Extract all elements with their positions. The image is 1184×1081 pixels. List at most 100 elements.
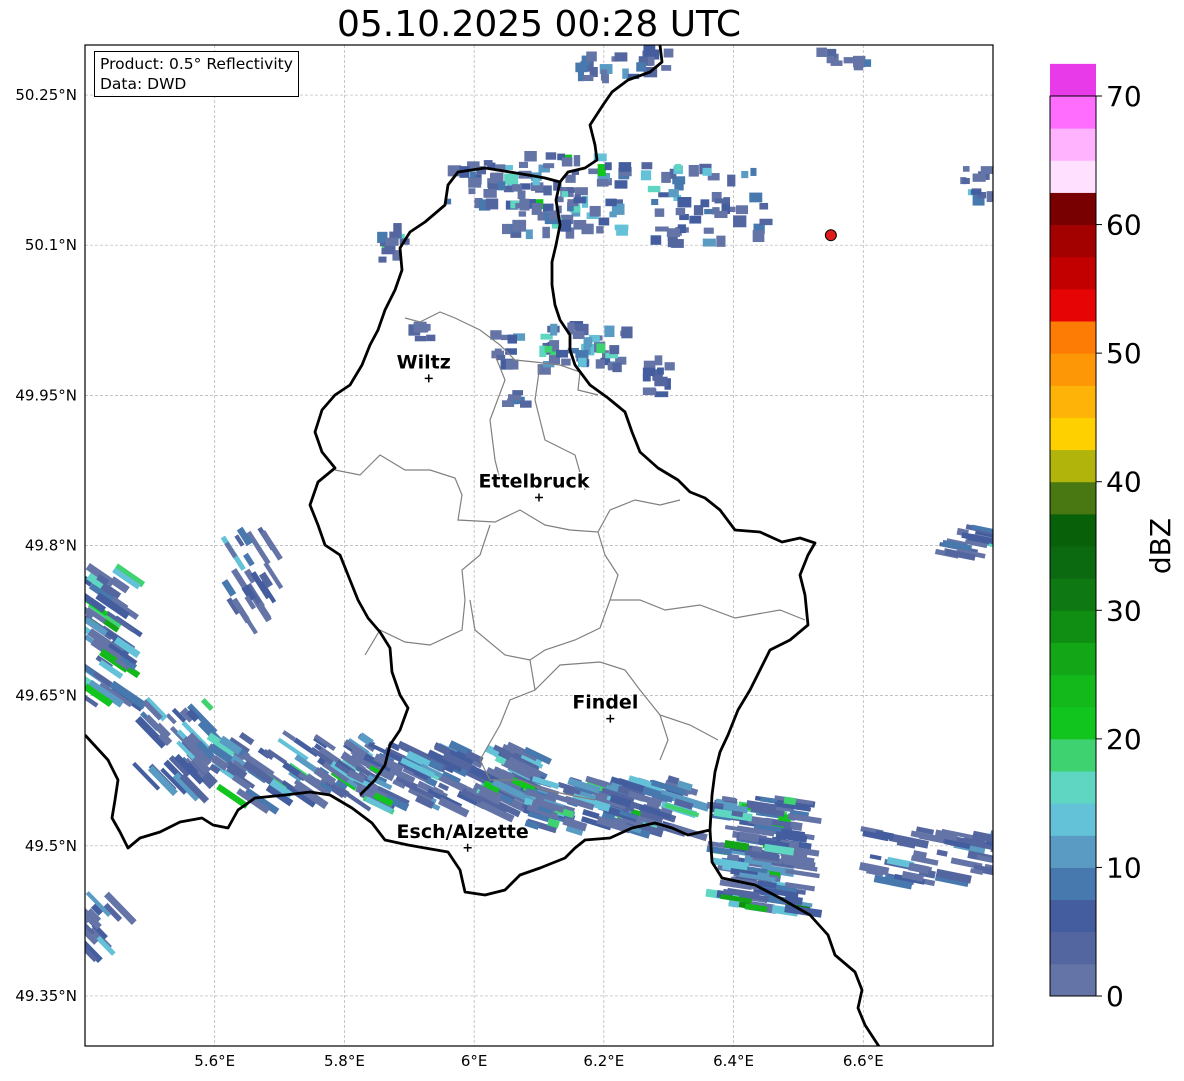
colorbar-tick-label: 40 xyxy=(1106,466,1142,499)
echo-cell xyxy=(543,163,555,169)
colorbar-tick-label: 0 xyxy=(1106,980,1124,1013)
echo-cell xyxy=(224,541,238,559)
echo-cell xyxy=(727,174,736,187)
colorbar-segment xyxy=(1050,449,1096,483)
colorbar-segment xyxy=(1050,578,1096,611)
info-product: Product: 0.5° Reflectivity xyxy=(100,55,293,73)
echo-cell xyxy=(663,175,671,183)
echo-cell xyxy=(483,160,493,166)
canton-boundaries xyxy=(334,311,806,801)
echo-cell xyxy=(657,367,664,375)
echo-cell xyxy=(519,400,532,408)
echo-cell xyxy=(504,173,519,185)
echo-cell xyxy=(700,199,710,208)
echo-cell xyxy=(655,226,669,232)
echo-cell xyxy=(518,211,527,217)
echo-cell xyxy=(641,162,653,170)
echo-cell xyxy=(505,359,519,370)
echo-cell xyxy=(393,223,402,234)
echo-cell xyxy=(518,161,529,168)
echo-cell xyxy=(936,849,948,857)
colorbar-tick-label: 70 xyxy=(1106,80,1142,113)
echo-cell xyxy=(497,181,506,191)
echo-cell xyxy=(422,323,431,331)
echo-cell xyxy=(277,737,309,761)
echo-cell xyxy=(221,579,237,597)
echo-cell xyxy=(385,237,399,246)
echo-cell xyxy=(575,187,588,196)
echo-cell xyxy=(604,325,615,338)
echo-cell xyxy=(597,164,606,177)
echo-cell xyxy=(468,188,476,195)
colorbar-segment xyxy=(1050,481,1096,515)
city-marker xyxy=(535,493,543,502)
colorbar-segment xyxy=(1050,160,1096,193)
echo-cell xyxy=(654,208,665,217)
echo-cell xyxy=(642,367,656,377)
city-label: Esch/Alzette xyxy=(397,821,529,843)
echo-cell xyxy=(575,62,588,73)
echo-cell xyxy=(647,185,661,193)
echo-cell xyxy=(962,166,970,172)
colorbar-segment xyxy=(1050,546,1096,579)
colorbar-segment xyxy=(1050,353,1096,386)
city-marker xyxy=(463,843,472,852)
echo-cell xyxy=(595,359,605,369)
echo-cell xyxy=(605,198,617,207)
echo-cell xyxy=(561,157,573,167)
y-tick-label: 50.1°N xyxy=(25,236,77,254)
echo-cell xyxy=(650,235,662,245)
echo-cell xyxy=(741,170,749,179)
echo-cell xyxy=(68,595,80,605)
echo-cell xyxy=(643,45,656,57)
x-tick-label: 5.6°E xyxy=(194,1052,235,1070)
colorbar-label: dBZ xyxy=(1144,518,1177,574)
echo-cell xyxy=(723,197,731,204)
y-axis-ticks: 50.25°N 50.1°N 49.95°N 49.8°N 49.65°N 49.5°N 4… xyxy=(15,86,77,1005)
echo-cell xyxy=(525,229,533,240)
echo-cell xyxy=(85,661,96,676)
echo-cell xyxy=(589,205,601,217)
y-tick-label: 49.5°N xyxy=(25,837,77,855)
echo-cell xyxy=(908,862,930,875)
echo-cell xyxy=(703,227,714,234)
echo-cell xyxy=(85,616,86,629)
radar-echoes xyxy=(68,45,993,963)
echo-cell xyxy=(581,223,594,235)
echo-cell xyxy=(759,218,773,226)
colorbar-segment xyxy=(1050,321,1096,354)
echo-cell xyxy=(654,376,668,387)
city-marker xyxy=(606,714,615,723)
x-tick-label: 6.2°E xyxy=(583,1052,624,1070)
echo-cell xyxy=(69,579,82,590)
echo-cell xyxy=(702,167,712,176)
x-axis-ticks: 5.6°E 5.8°E 6°E 6.2°E 6.4°E 6.6°E xyxy=(194,1052,883,1070)
echo-cell xyxy=(614,224,629,231)
city-label: Wiltz xyxy=(397,351,451,373)
colorbar-segment xyxy=(1050,642,1096,676)
echo-cell xyxy=(702,238,716,247)
echo-cell xyxy=(200,697,214,712)
echo-cell xyxy=(485,198,499,210)
y-tick-label: 49.8°N xyxy=(25,537,77,555)
echo-cell xyxy=(735,205,749,215)
echo-cell xyxy=(864,59,872,67)
echo-cell xyxy=(524,151,537,162)
echo-cell xyxy=(677,197,692,208)
echo-cell xyxy=(664,362,675,371)
echo-cell xyxy=(512,184,522,192)
echo-cell xyxy=(243,552,255,567)
y-tick-label: 49.95°N xyxy=(15,386,77,404)
echo-cell xyxy=(507,334,518,344)
colorbar-segment xyxy=(1050,899,1096,933)
x-tick-label: 6.4°E xyxy=(713,1052,754,1070)
city-label: Ettelbruck xyxy=(479,470,590,492)
echo-cell xyxy=(512,219,527,232)
echo-cell xyxy=(165,713,177,725)
echo-cell xyxy=(468,177,482,188)
echo-cell xyxy=(674,164,682,171)
echo-cell xyxy=(759,202,769,210)
colorbar-tick-label: 60 xyxy=(1106,209,1142,242)
colorbar-segment xyxy=(1050,256,1096,290)
echo-cell xyxy=(749,192,763,203)
